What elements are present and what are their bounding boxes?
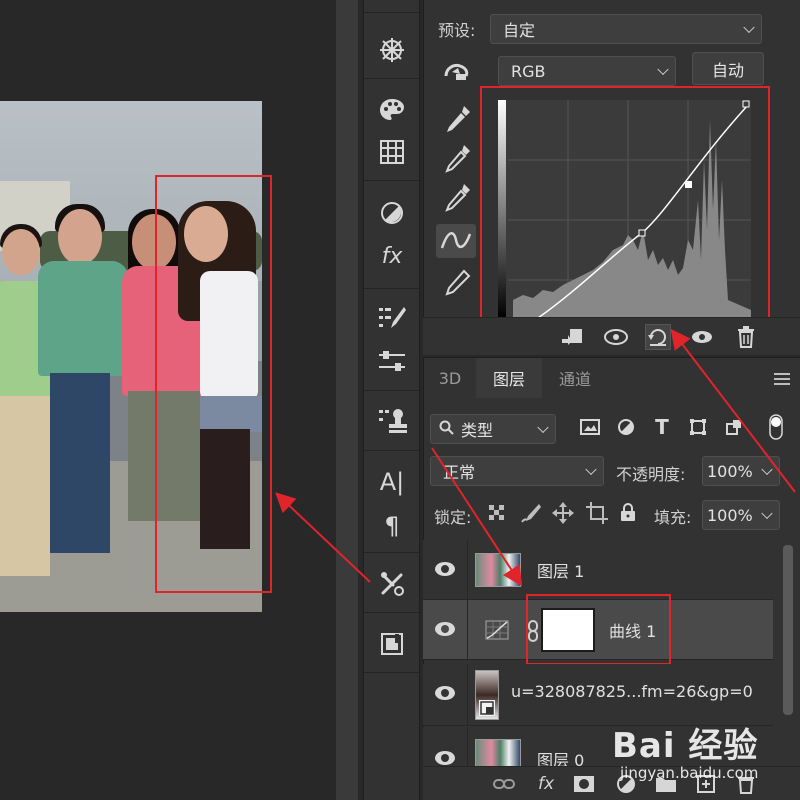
- preset-label: 预设:: [438, 21, 476, 40]
- smart-object-badge-icon: [479, 700, 495, 716]
- canvas-vertical-scrollbar[interactable]: [336, 0, 358, 800]
- auto-button[interactable]: 自动: [692, 52, 764, 85]
- search-icon: [439, 420, 454, 435]
- tab-3d[interactable]: 3D: [424, 358, 476, 398]
- fill-value: 100%: [707, 505, 753, 525]
- layer-filter-dropdown[interactable]: 类型: [430, 414, 556, 444]
- fill-field[interactable]: 100%: [702, 500, 780, 530]
- layer-name: 图层 1: [537, 562, 585, 581]
- highlight-box-photo: [155, 175, 272, 593]
- tools-x-icon[interactable]: [374, 566, 410, 602]
- eye-icon[interactable]: [435, 622, 455, 636]
- blend-mode-dropdown[interactable]: 正常: [430, 456, 604, 486]
- curve-tool-icon[interactable]: [436, 224, 476, 258]
- adjustment-circle-icon[interactable]: [374, 195, 410, 231]
- tab-channels[interactable]: 通道: [542, 358, 608, 398]
- eye-icon[interactable]: [435, 686, 455, 700]
- channel-dropdown[interactable]: RGB: [498, 56, 676, 86]
- white-point-eyedropper-icon[interactable]: [444, 182, 472, 214]
- layer-thumbnail: [475, 553, 521, 587]
- opacity-label: 不透明度:: [616, 465, 686, 484]
- highlight-box-curves: [480, 86, 770, 334]
- chevron-down-icon: [537, 421, 549, 434]
- preset-value: 自定: [503, 21, 536, 40]
- layer-name: u=328087825...fm=26&gp=0: [511, 682, 753, 701]
- opacity-value: 100%: [707, 461, 753, 481]
- brush-list-icon[interactable]: [374, 300, 410, 336]
- black-point-eyedropper-icon[interactable]: [444, 104, 472, 136]
- blend-mode-value: 正常: [443, 463, 476, 482]
- character-icon[interactable]: A|: [374, 464, 410, 500]
- visibility-icon[interactable]: [689, 324, 715, 350]
- opacity-field[interactable]: 100%: [702, 456, 780, 486]
- tools-panel: fx A| ¶: [363, 0, 421, 800]
- gray-point-eyedropper-icon[interactable]: [444, 143, 472, 175]
- lock-position-icon[interactable]: [552, 502, 574, 524]
- lock-artboard-icon[interactable]: [586, 502, 608, 524]
- chevron-down-icon: [761, 507, 773, 520]
- chevron-down-icon: [585, 463, 597, 476]
- lock-label: 锁定:: [434, 508, 472, 527]
- reset-icon[interactable]: [645, 324, 671, 350]
- panel-menu-icon[interactable]: [774, 373, 790, 385]
- layer-thumbnail: [475, 739, 521, 767]
- adjustment-filter-icon[interactable]: [614, 415, 638, 439]
- trash-icon[interactable]: [733, 324, 759, 350]
- palette-icon[interactable]: [374, 92, 410, 128]
- type-filter-icon[interactable]: T: [650, 415, 674, 439]
- lock-all-icon[interactable]: [619, 502, 641, 524]
- properties-bottom-bar: [423, 317, 800, 355]
- pixel-filter-icon[interactable]: [578, 415, 602, 439]
- fill-label: 填充:: [654, 508, 692, 527]
- layer-row-layer1[interactable]: 图层 1: [423, 540, 773, 600]
- grid-icon[interactable]: [374, 134, 410, 170]
- lock-transparent-icon[interactable]: [487, 503, 509, 525]
- smart-object-filter-icon[interactable]: [722, 415, 746, 439]
- sliders-icon[interactable]: [374, 344, 410, 380]
- channel-value: RGB: [511, 61, 546, 81]
- baidu-jingyan-watermark: Bai 经验 jingyan.baidu.com: [590, 710, 790, 800]
- eye-icon[interactable]: [435, 562, 455, 576]
- highlight-box-curves-layer: [526, 594, 671, 665]
- stamp-icon[interactable]: [374, 402, 410, 438]
- swirl-hand-icon[interactable]: [442, 58, 472, 84]
- chevron-down-icon: [761, 463, 773, 476]
- lock-pixels-icon[interactable]: [520, 502, 542, 524]
- filter-toggle-icon[interactable]: [764, 414, 788, 440]
- chevron-down-icon: [743, 21, 755, 34]
- fx-icon[interactable]: fx: [374, 238, 410, 274]
- link-layers-icon[interactable]: [491, 771, 517, 797]
- eye-icon[interactable]: [435, 751, 455, 765]
- tab-layers[interactable]: 图层: [476, 358, 542, 398]
- paragraph-icon[interactable]: ¶: [374, 508, 410, 544]
- watermark-logo-text: Bai 经验: [612, 726, 759, 766]
- shape-filter-icon[interactable]: [686, 415, 710, 439]
- curves-adjustment-icon: [485, 620, 509, 640]
- filter-value: 类型: [461, 421, 494, 440]
- image-book-icon[interactable]: [374, 626, 410, 662]
- fx-layer-style-icon[interactable]: fx: [533, 771, 559, 797]
- preset-dropdown[interactable]: 自定: [490, 14, 762, 44]
- chevron-down-icon: [657, 63, 669, 76]
- canvas-status-bar: [0, 778, 336, 800]
- watermark-url: jingyan.baidu.com: [620, 764, 759, 782]
- document-canvas[interactable]: [0, 0, 336, 800]
- compass-wheel-icon[interactable]: [374, 32, 410, 68]
- pencil-icon[interactable]: [444, 268, 472, 300]
- clip-to-layer-icon[interactable]: [559, 324, 585, 350]
- view-previous-state-icon[interactable]: [603, 324, 629, 350]
